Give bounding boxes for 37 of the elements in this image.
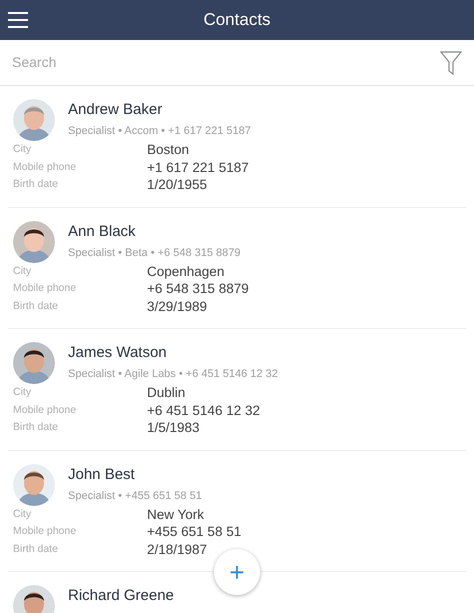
field-label: City (13, 264, 32, 278)
field-label: Mobile phone (13, 160, 78, 174)
field-value: +455 651 58 51 (147, 523, 242, 540)
contact-name[interactable]: Ann Black (68, 222, 241, 240)
contact-summary: Specialist • Accom • +1 617 221 5187 (68, 124, 251, 139)
field-label: Mobile phone (13, 402, 78, 418)
search-field[interactable]: Search (12, 52, 440, 73)
field-value: Boston (147, 141, 190, 158)
field-label: City (13, 142, 32, 157)
field-value: 1/5/1983 (147, 419, 200, 436)
page-title: Contacts (203, 9, 271, 32)
field-value: Dublin (147, 384, 186, 402)
field-label: Mobile phone (13, 281, 78, 296)
field-label: City (13, 506, 32, 522)
field-label: Birth date (13, 177, 59, 192)
field-value: New York (147, 506, 204, 523)
contact-name[interactable]: John Best (68, 466, 202, 484)
field-value: 2/18/1987 (147, 540, 208, 558)
contact-name[interactable]: James Watson (68, 344, 278, 362)
contact-summary: Specialist • +455 651 58 51 (68, 488, 202, 504)
menu-icon[interactable] (8, 12, 28, 28)
field-label: Mobile phone (13, 524, 78, 539)
field-label: Birth date (13, 420, 59, 435)
field-label: Birth date (13, 298, 59, 314)
field-value: 3/29/1989 (147, 298, 208, 315)
field-value: +6 548 315 8879 (147, 280, 249, 298)
field-value: +1 617 221 5187 (147, 158, 249, 176)
field-value: +6 451 5146 12 32 (147, 402, 260, 419)
contact-name[interactable]: Richard Greene (68, 587, 174, 605)
field-value: Copenhagen (147, 262, 224, 280)
field-value: 1/20/1955 (147, 176, 208, 194)
filter-icon[interactable] (440, 50, 462, 74)
contact-summary: Specialist • Beta • +6 548 315 8879 (68, 246, 241, 260)
field-label: City (13, 385, 32, 400)
contact-name[interactable]: Andrew Baker (68, 101, 251, 119)
field-label: Birth date (13, 542, 59, 556)
contact-summary: Specialist • Agile Labs • +6 451 5146 12 32 (68, 367, 278, 382)
